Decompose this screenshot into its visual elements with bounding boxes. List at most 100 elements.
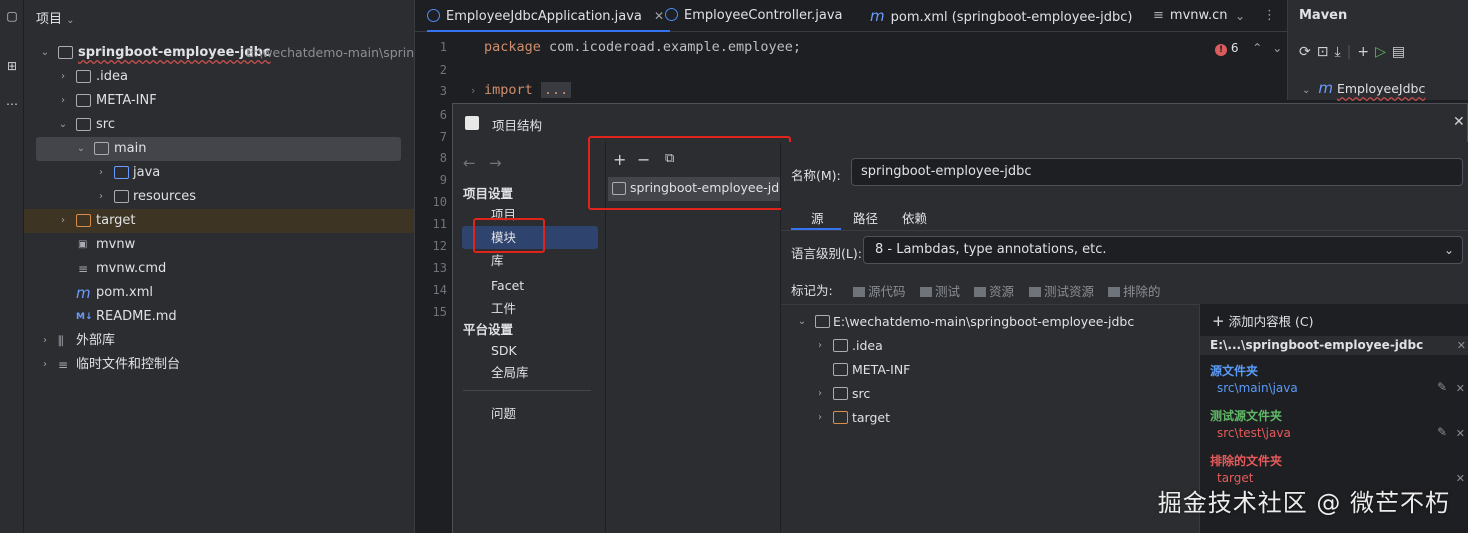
dialog-title: 项目结构 bbox=[492, 118, 543, 133]
chevron-down-icon[interactable]: ⌄ bbox=[1302, 85, 1310, 96]
chevron-up-icon[interactable]: ⌃ bbox=[1252, 41, 1262, 55]
tree-label: pom.xml bbox=[96, 285, 153, 300]
maven-project-label: EmployeeJdbc bbox=[1336, 81, 1426, 96]
tree-item-main[interactable]: ⌄ main bbox=[36, 137, 401, 161]
mark-excluded-button[interactable]: 排除的 bbox=[1108, 281, 1161, 300]
tab-sources[interactable]: 源 bbox=[791, 204, 841, 230]
watermark-text: 掘金技术社区 @ 微芒不朽 bbox=[1157, 489, 1450, 517]
left-tool-strip: ▢ ⊞ ⋯ bbox=[0, 0, 24, 533]
tree-item-scratches[interactable]: › ≡ 临时文件和控制台 bbox=[24, 353, 414, 377]
excluded-folder-icon bbox=[76, 214, 91, 227]
project-panel: 项目 ⌄ ⌄ springboot-employee-jdbc E:\wecha… bbox=[24, 0, 430, 533]
line-number: 14 bbox=[432, 283, 447, 297]
download-icon[interactable]: ⤓ bbox=[1334, 44, 1346, 60]
tree-item-pom-xml[interactable]: m pom.xml bbox=[24, 281, 414, 305]
add-content-root-button[interactable]: + 添加内容根 (C) bbox=[1212, 311, 1314, 330]
tree-item-target[interactable]: › target bbox=[24, 209, 414, 233]
more-vertical-icon[interactable]: ⋮ bbox=[1263, 8, 1276, 23]
add-module-icon[interactable]: ⊡ bbox=[1317, 44, 1335, 60]
chevron-down-icon[interactable]: ⌄ bbox=[1235, 9, 1245, 23]
content-tree-idea[interactable]: › .idea bbox=[781, 334, 1199, 358]
folded-imports[interactable]: ... bbox=[540, 82, 572, 98]
line-number: 9 bbox=[439, 173, 447, 187]
tree-label: src bbox=[96, 117, 115, 132]
nav-item-facet[interactable]: Facet bbox=[491, 275, 524, 297]
tree-label: java bbox=[133, 165, 161, 180]
toggle-offline-icon[interactable]: ▤ bbox=[1392, 44, 1411, 60]
tab-paths[interactable]: 路径 bbox=[853, 208, 878, 227]
more-icon[interactable]: ⋯ bbox=[2, 94, 22, 114]
chevron-down-icon[interactable]: ⌄ bbox=[66, 15, 74, 26]
run-icon[interactable]: ▷ bbox=[1375, 44, 1392, 60]
mark-sources-button[interactable]: 源代码 bbox=[853, 281, 906, 300]
project-structure-dialog: 项目结构 ✕ ← → 项目设置 项目 模块 库 Facet 工件 平台设置 SD… bbox=[452, 103, 1468, 533]
content-tree-target[interactable]: › target bbox=[781, 406, 1199, 430]
tab-pom-xml[interactable]: m pom.xml (springboot-employee-jdbc) bbox=[870, 0, 1132, 32]
structure-icon[interactable]: ⊞ bbox=[2, 56, 22, 76]
close-icon[interactable]: ✕ bbox=[654, 9, 664, 23]
forward-arrow-icon[interactable]: → bbox=[489, 154, 502, 172]
fold-chevron-icon[interactable]: › bbox=[471, 84, 475, 97]
mark-test-resources-button[interactable]: 测试资源 bbox=[1029, 281, 1094, 300]
tab-employee-jdbc-application[interactable]: EmployeeJdbcApplication.java ✕ bbox=[427, 0, 671, 32]
tree-item-src[interactable]: ⌄ src bbox=[24, 113, 414, 137]
tree-item-mvnw-cmd[interactable]: ≡ mvnw.cmd bbox=[24, 257, 414, 281]
tab-mvnw-cmd[interactable]: ≡ mvnw.cn bbox=[1153, 0, 1227, 32]
markdown-file-icon: M↓ bbox=[76, 312, 93, 322]
back-arrow-icon[interactable]: ← bbox=[463, 154, 476, 172]
problems-indicator[interactable]: ! 6 ⌃ ⌄ bbox=[1215, 41, 1282, 56]
nav-item-libraries[interactable]: 库 bbox=[491, 250, 504, 272]
close-icon[interactable]: ✕ bbox=[1456, 382, 1465, 395]
maven-panel: Maven ⟳⊡⤓|+▷▤ ⌄ m EmployeeJdbc bbox=[1287, 0, 1468, 100]
tab-label: EmployeeJdbcApplication.java bbox=[446, 9, 642, 24]
tab-dependencies[interactable]: 依赖 bbox=[902, 208, 927, 227]
maven-project-item[interactable]: ⌄ m EmployeeJdbc bbox=[1302, 79, 1425, 97]
edit-icon[interactable]: ✎ bbox=[1437, 380, 1447, 394]
code-line-package[interactable]: package com.icoderoad.example.employee; bbox=[484, 39, 801, 55]
tree-item-project-root[interactable]: ⌄ springboot-employee-jdbc E:\wechatdemo… bbox=[24, 41, 430, 65]
mark-tests-button[interactable]: 测试 bbox=[920, 281, 960, 300]
reload-icon[interactable]: ⟳ bbox=[1299, 44, 1317, 60]
folder-icon bbox=[76, 70, 91, 83]
tree-item-resources[interactable]: › resources bbox=[24, 185, 414, 209]
content-tree-src[interactable]: › src bbox=[781, 382, 1199, 406]
tab-list-chevron[interactable]: ⌄ bbox=[1235, 0, 1245, 32]
language-level-select[interactable]: 8 - Lambdas, type annotations, etc. ⌄ bbox=[863, 236, 1463, 264]
tab-more-button[interactable]: ⋮ bbox=[1263, 0, 1276, 32]
nav-item-artifacts[interactable]: 工件 bbox=[491, 298, 516, 320]
content-tree-root[interactable]: ⌄ E:\wechatdemo-main\springboot-employee… bbox=[781, 310, 1199, 334]
test-source-folder-path: src\test\java bbox=[1217, 426, 1291, 440]
nav-divider bbox=[463, 390, 591, 391]
edit-icon[interactable]: ✎ bbox=[1437, 425, 1447, 439]
chevron-down-icon[interactable]: ⌄ bbox=[1444, 237, 1454, 263]
line-number: 8 bbox=[439, 151, 447, 165]
chevron-down-icon[interactable]: ⌄ bbox=[1272, 41, 1282, 55]
close-icon[interactable]: ✕ bbox=[1457, 339, 1466, 352]
nav-item-problems[interactable]: 问题 bbox=[491, 403, 516, 425]
mark-resources-button[interactable]: 资源 bbox=[974, 281, 1014, 300]
project-icon[interactable]: ▢ bbox=[2, 6, 22, 26]
project-panel-header[interactable]: 项目 ⌄ bbox=[24, 0, 414, 34]
nav-item-global-libraries[interactable]: 全局库 bbox=[491, 362, 529, 384]
tree-item-java[interactable]: › java bbox=[24, 161, 414, 185]
folder-icon bbox=[815, 315, 830, 328]
tree-item-mvnw[interactable]: ▣ mvnw bbox=[24, 233, 414, 257]
nav-item-sdk[interactable]: SDK bbox=[491, 340, 517, 362]
tab-employee-controller[interactable]: EmployeeController.java bbox=[665, 0, 843, 32]
mark-as-label: 标记为: bbox=[791, 283, 833, 298]
close-icon[interactable]: ✕ bbox=[1456, 427, 1465, 440]
module-name-input[interactable]: springboot-employee-jdbc bbox=[851, 158, 1463, 186]
close-icon[interactable]: ✕ bbox=[1456, 472, 1465, 485]
excluded-folders-label: 排除的文件夹 bbox=[1210, 454, 1283, 468]
tree-item-external-libraries[interactable]: › ⫼ 外部库 bbox=[24, 329, 414, 353]
tree-item-readme[interactable]: M↓ README.md bbox=[24, 305, 414, 329]
tree-item-meta-inf[interactable]: › META-INF bbox=[24, 89, 414, 113]
line-number: 12 bbox=[432, 239, 447, 253]
plus-icon[interactable]: + bbox=[1357, 44, 1375, 60]
maven-file-icon: m bbox=[76, 284, 91, 302]
tab-label: EmployeeController.java bbox=[684, 8, 843, 23]
tree-item-idea[interactable]: › .idea bbox=[24, 65, 414, 89]
code-line-import[interactable]: import ... bbox=[484, 82, 572, 98]
close-icon[interactable]: ✕ bbox=[1453, 114, 1465, 130]
content-tree-meta-inf[interactable]: META-INF bbox=[781, 358, 1199, 382]
